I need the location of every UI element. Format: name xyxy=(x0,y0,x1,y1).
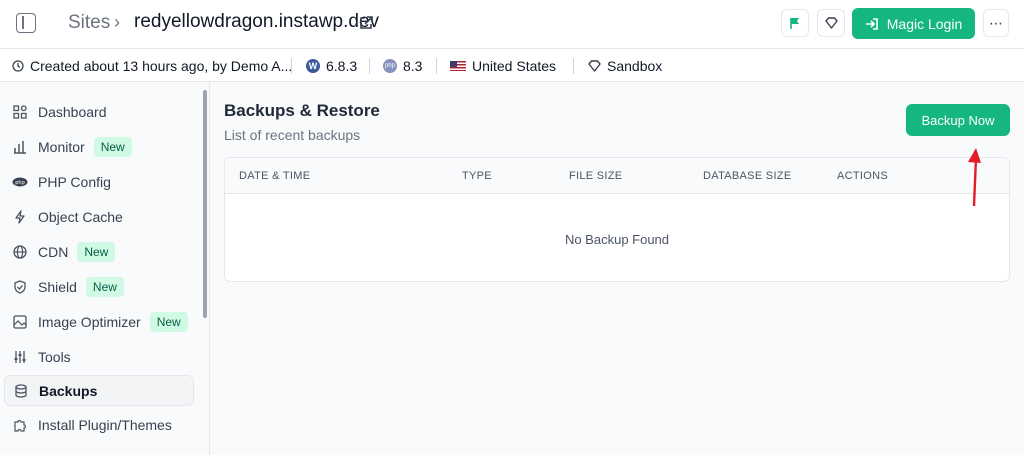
more-icon: ⋯ xyxy=(989,14,1003,31)
shield-icon xyxy=(12,279,28,295)
database-icon xyxy=(13,383,29,399)
sidebar-item-cdn[interactable]: CDN New xyxy=(4,236,194,267)
new-badge: New xyxy=(85,276,124,297)
breadcrumb-sites[interactable]: Sites xyxy=(68,12,110,34)
column-header-date: DATE & TIME xyxy=(239,170,311,182)
php-version-text: 8.3 xyxy=(403,58,423,74)
page-subtitle: List of recent backups xyxy=(224,127,361,143)
backups-table: DATE & TIME TYPE FILE SIZE DATABASE SIZE… xyxy=(224,157,1010,282)
login-icon xyxy=(865,17,878,30)
top-header: Sites › redyellowdragon.instawp.dev Magi… xyxy=(0,0,1024,48)
bolt-icon xyxy=(12,209,28,225)
created-text: Created about 13 hours ago, by Demo A... xyxy=(30,58,293,74)
sidebar: Dashboard Monitor New php PHP Config Obj… xyxy=(0,82,210,455)
php-version: php 8.3 xyxy=(383,58,422,74)
empty-state-message: No Backup Found xyxy=(564,232,670,247)
image-icon xyxy=(12,314,28,330)
svg-text:php: php xyxy=(15,180,25,186)
sidebar-item-label: Image Optimizer xyxy=(38,313,141,330)
sidebar-item-label: Tools xyxy=(38,348,71,365)
sidebar-item-object-cache[interactable]: Object Cache xyxy=(4,201,194,232)
sidebar-item-image-optimizer[interactable]: Image Optimizer New xyxy=(4,306,194,337)
sliders-icon xyxy=(12,349,28,365)
new-badge: New xyxy=(149,311,188,332)
red-arrow-annotation xyxy=(968,148,981,207)
created-info: Created about 13 hours ago, by Demo A... xyxy=(12,58,292,74)
region: United States xyxy=(450,58,556,74)
sidebar-item-backups[interactable]: Backups xyxy=(4,375,194,406)
column-header-database-size: DATABASE SIZE xyxy=(703,170,792,182)
page-title: Backups & Restore xyxy=(224,101,380,120)
gem-icon xyxy=(588,60,601,72)
backup-now-button[interactable]: Backup Now xyxy=(906,104,1010,136)
grid-icon xyxy=(12,104,28,120)
sidebar-item-label: Shield xyxy=(38,278,77,295)
clock-icon xyxy=(12,60,24,72)
sidebar-item-php-config[interactable]: php PHP Config xyxy=(4,166,194,197)
sidebar-item-shield[interactable]: Shield New xyxy=(4,271,194,302)
wp-version: W 6.8.3 xyxy=(306,58,357,74)
php-icon: php xyxy=(12,174,28,190)
sidebar-item-label: PHP Config xyxy=(38,173,111,190)
site-info-bar: Created about 13 hours ago, by Demo A...… xyxy=(0,48,1024,82)
sidebar-item-label: Dashboard xyxy=(38,103,107,120)
divider xyxy=(369,58,370,74)
php-logo-icon: php xyxy=(383,59,397,73)
us-flag-icon xyxy=(450,61,466,71)
sidebar-item-install-plugin-themes[interactable]: Install Plugin/Themes xyxy=(4,409,194,440)
table-header: DATE & TIME TYPE FILE SIZE DATABASE SIZE… xyxy=(225,158,1009,194)
bar-chart-icon xyxy=(12,139,28,155)
gem-icon xyxy=(824,17,838,29)
wordpress-icon: W xyxy=(306,59,320,73)
sidebar-item-label: Object Cache xyxy=(38,208,123,225)
external-link-icon[interactable] xyxy=(359,16,373,30)
plan: Sandbox xyxy=(588,58,662,74)
magic-login-button[interactable]: Magic Login xyxy=(852,8,975,39)
main-content: Backups & Restore List of recent backups… xyxy=(210,82,1024,455)
sidebar-scrollbar[interactable] xyxy=(203,90,207,318)
breadcrumb-separator: › xyxy=(114,12,120,32)
flag-icon xyxy=(790,18,799,29)
sidebar-item-dashboard[interactable]: Dashboard xyxy=(4,96,194,127)
region-text: United States xyxy=(472,58,557,74)
puzzle-icon xyxy=(12,417,28,433)
new-badge: New xyxy=(93,136,132,157)
sidebar-item-monitor[interactable]: Monitor New xyxy=(4,131,194,162)
column-header-file-size: FILE SIZE xyxy=(569,170,623,182)
sidebar-item-label: Install Plugin/Themes xyxy=(38,416,172,433)
column-header-type: TYPE xyxy=(462,170,492,182)
divider xyxy=(291,58,292,74)
sidebar-toggle-icon[interactable] xyxy=(16,13,36,33)
plan-text: Sandbox xyxy=(607,58,663,74)
flag-button[interactable] xyxy=(781,9,809,37)
sidebar-item-tools[interactable]: Tools xyxy=(4,341,194,372)
sidebar-item-label: Backups xyxy=(39,382,98,399)
column-header-actions: ACTIONS xyxy=(837,170,888,182)
globe-icon xyxy=(12,244,28,260)
gem-button[interactable] xyxy=(817,9,845,37)
magic-login-label: Magic Login xyxy=(886,15,963,32)
divider xyxy=(436,58,437,74)
site-name: redyellowdragon.instawp.dev xyxy=(134,11,380,32)
sidebar-item-label: Monitor xyxy=(38,138,85,155)
more-button[interactable]: ⋯ xyxy=(983,9,1009,37)
wp-version-text: 6.8.3 xyxy=(326,58,358,74)
divider xyxy=(573,58,574,74)
sidebar-item-label: CDN xyxy=(38,243,69,260)
new-badge: New xyxy=(77,241,116,262)
